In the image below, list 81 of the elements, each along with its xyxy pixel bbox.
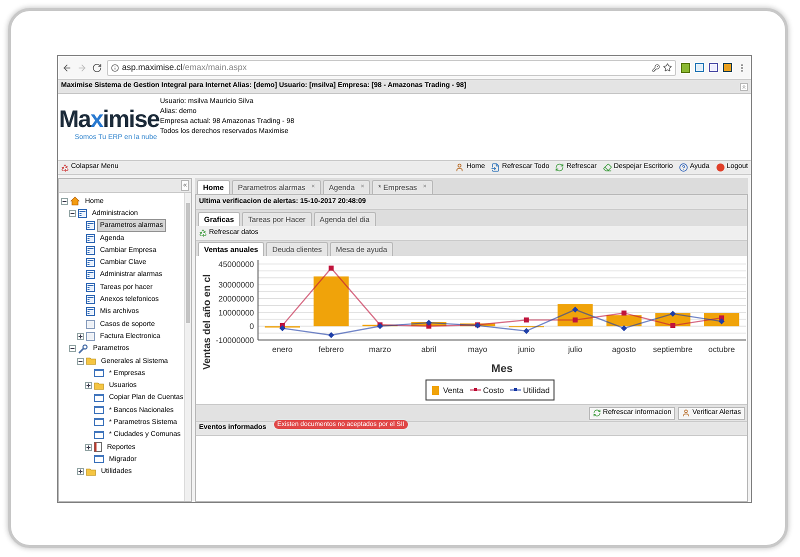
x-tick-label: julio bbox=[568, 345, 582, 354]
data-point bbox=[670, 323, 676, 328]
data-point bbox=[622, 310, 626, 316]
window-icon bbox=[94, 369, 104, 378]
window-icon bbox=[94, 394, 104, 402]
back-icon[interactable] bbox=[62, 62, 72, 72]
scrollbar[interactable] bbox=[184, 193, 191, 501]
refresh-icon bbox=[199, 229, 207, 237]
data-point bbox=[328, 332, 334, 338]
refresh-icon bbox=[555, 163, 564, 172]
collapse-icon bbox=[61, 164, 69, 172]
reload-icon[interactable] bbox=[92, 62, 102, 72]
expander-toggle[interactable] bbox=[61, 198, 68, 205]
logout-icon bbox=[716, 163, 725, 172]
form-icon bbox=[86, 258, 95, 268]
window-icon bbox=[94, 418, 104, 426]
expander-toggle[interactable] bbox=[77, 468, 84, 476]
form-icon bbox=[86, 221, 95, 230]
expander-toggle[interactable] bbox=[85, 382, 92, 390]
collapse-header-icon[interactable] bbox=[740, 82, 748, 90]
star-icon bbox=[663, 63, 672, 72]
x-tick-label: septiembre bbox=[653, 345, 693, 354]
document-icon bbox=[491, 163, 500, 172]
data-point bbox=[621, 325, 627, 332]
x-tick-label: abril bbox=[421, 345, 436, 354]
data-point bbox=[572, 306, 578, 313]
house-icon bbox=[70, 196, 80, 206]
y-axis-title: Ventas del año en cl bbox=[202, 274, 213, 370]
form-icon bbox=[86, 234, 95, 243]
expander-toggle[interactable] bbox=[69, 210, 76, 217]
window-icon bbox=[94, 455, 104, 464]
form-icon bbox=[86, 282, 95, 292]
legend-label: Costo bbox=[483, 386, 504, 395]
x-tick-label: enero bbox=[272, 345, 293, 354]
expander-toggle[interactable] bbox=[77, 332, 84, 340]
form-icon bbox=[86, 270, 95, 280]
key-icon bbox=[652, 64, 660, 72]
window-icon bbox=[94, 406, 104, 414]
folder-icon bbox=[86, 357, 96, 365]
expander-toggle[interactable] bbox=[69, 345, 76, 352]
address-bar[interactable]: asp.maximise.cl/emax/main.aspx bbox=[107, 60, 676, 76]
report-icon bbox=[94, 442, 102, 452]
legend-label: Utilidad bbox=[523, 386, 550, 395]
y-tick-label: 20000000 bbox=[218, 294, 254, 304]
y-tick-label: 45000000 bbox=[218, 260, 254, 269]
y-tick-label: 10000000 bbox=[218, 308, 254, 318]
data-point bbox=[572, 317, 578, 322]
data-point bbox=[670, 310, 676, 317]
x-axis-title: Mes bbox=[491, 363, 513, 375]
x-tick-label: febrero bbox=[318, 345, 344, 354]
wrench-icon bbox=[78, 344, 88, 354]
window-icon bbox=[94, 430, 104, 439]
user-icon bbox=[455, 163, 464, 172]
data-point bbox=[524, 317, 529, 322]
x-tick-label: mayo bbox=[468, 345, 488, 354]
expander-toggle[interactable] bbox=[85, 444, 92, 451]
folder-icon bbox=[86, 468, 96, 476]
legend-swatch bbox=[432, 386, 439, 395]
expander-toggle[interactable] bbox=[77, 358, 84, 364]
x-tick-label: junio bbox=[518, 345, 535, 354]
data-point bbox=[328, 266, 334, 271]
legend-marker bbox=[510, 388, 522, 391]
form-icon bbox=[86, 307, 95, 316]
help-icon bbox=[678, 163, 688, 172]
refresh-icon bbox=[592, 409, 601, 417]
user-icon bbox=[682, 409, 690, 417]
info-icon bbox=[111, 64, 119, 72]
form-icon bbox=[86, 295, 95, 304]
folder-icon bbox=[94, 382, 104, 390]
eraser-icon bbox=[602, 163, 612, 172]
form-icon bbox=[78, 208, 87, 218]
y-tick-label: 0 bbox=[250, 322, 254, 332]
y-tick-label: 30000000 bbox=[218, 280, 254, 290]
y-tick-label: -10000000 bbox=[216, 336, 254, 345]
form-icon bbox=[86, 246, 95, 255]
x-tick-label: octubre bbox=[708, 345, 735, 354]
x-tick-label: agosto bbox=[612, 345, 636, 354]
x-tick-label: marzo bbox=[368, 345, 392, 354]
legend-label: Venta bbox=[443, 386, 464, 395]
legend-marker bbox=[470, 388, 482, 391]
data-point bbox=[523, 328, 530, 334]
